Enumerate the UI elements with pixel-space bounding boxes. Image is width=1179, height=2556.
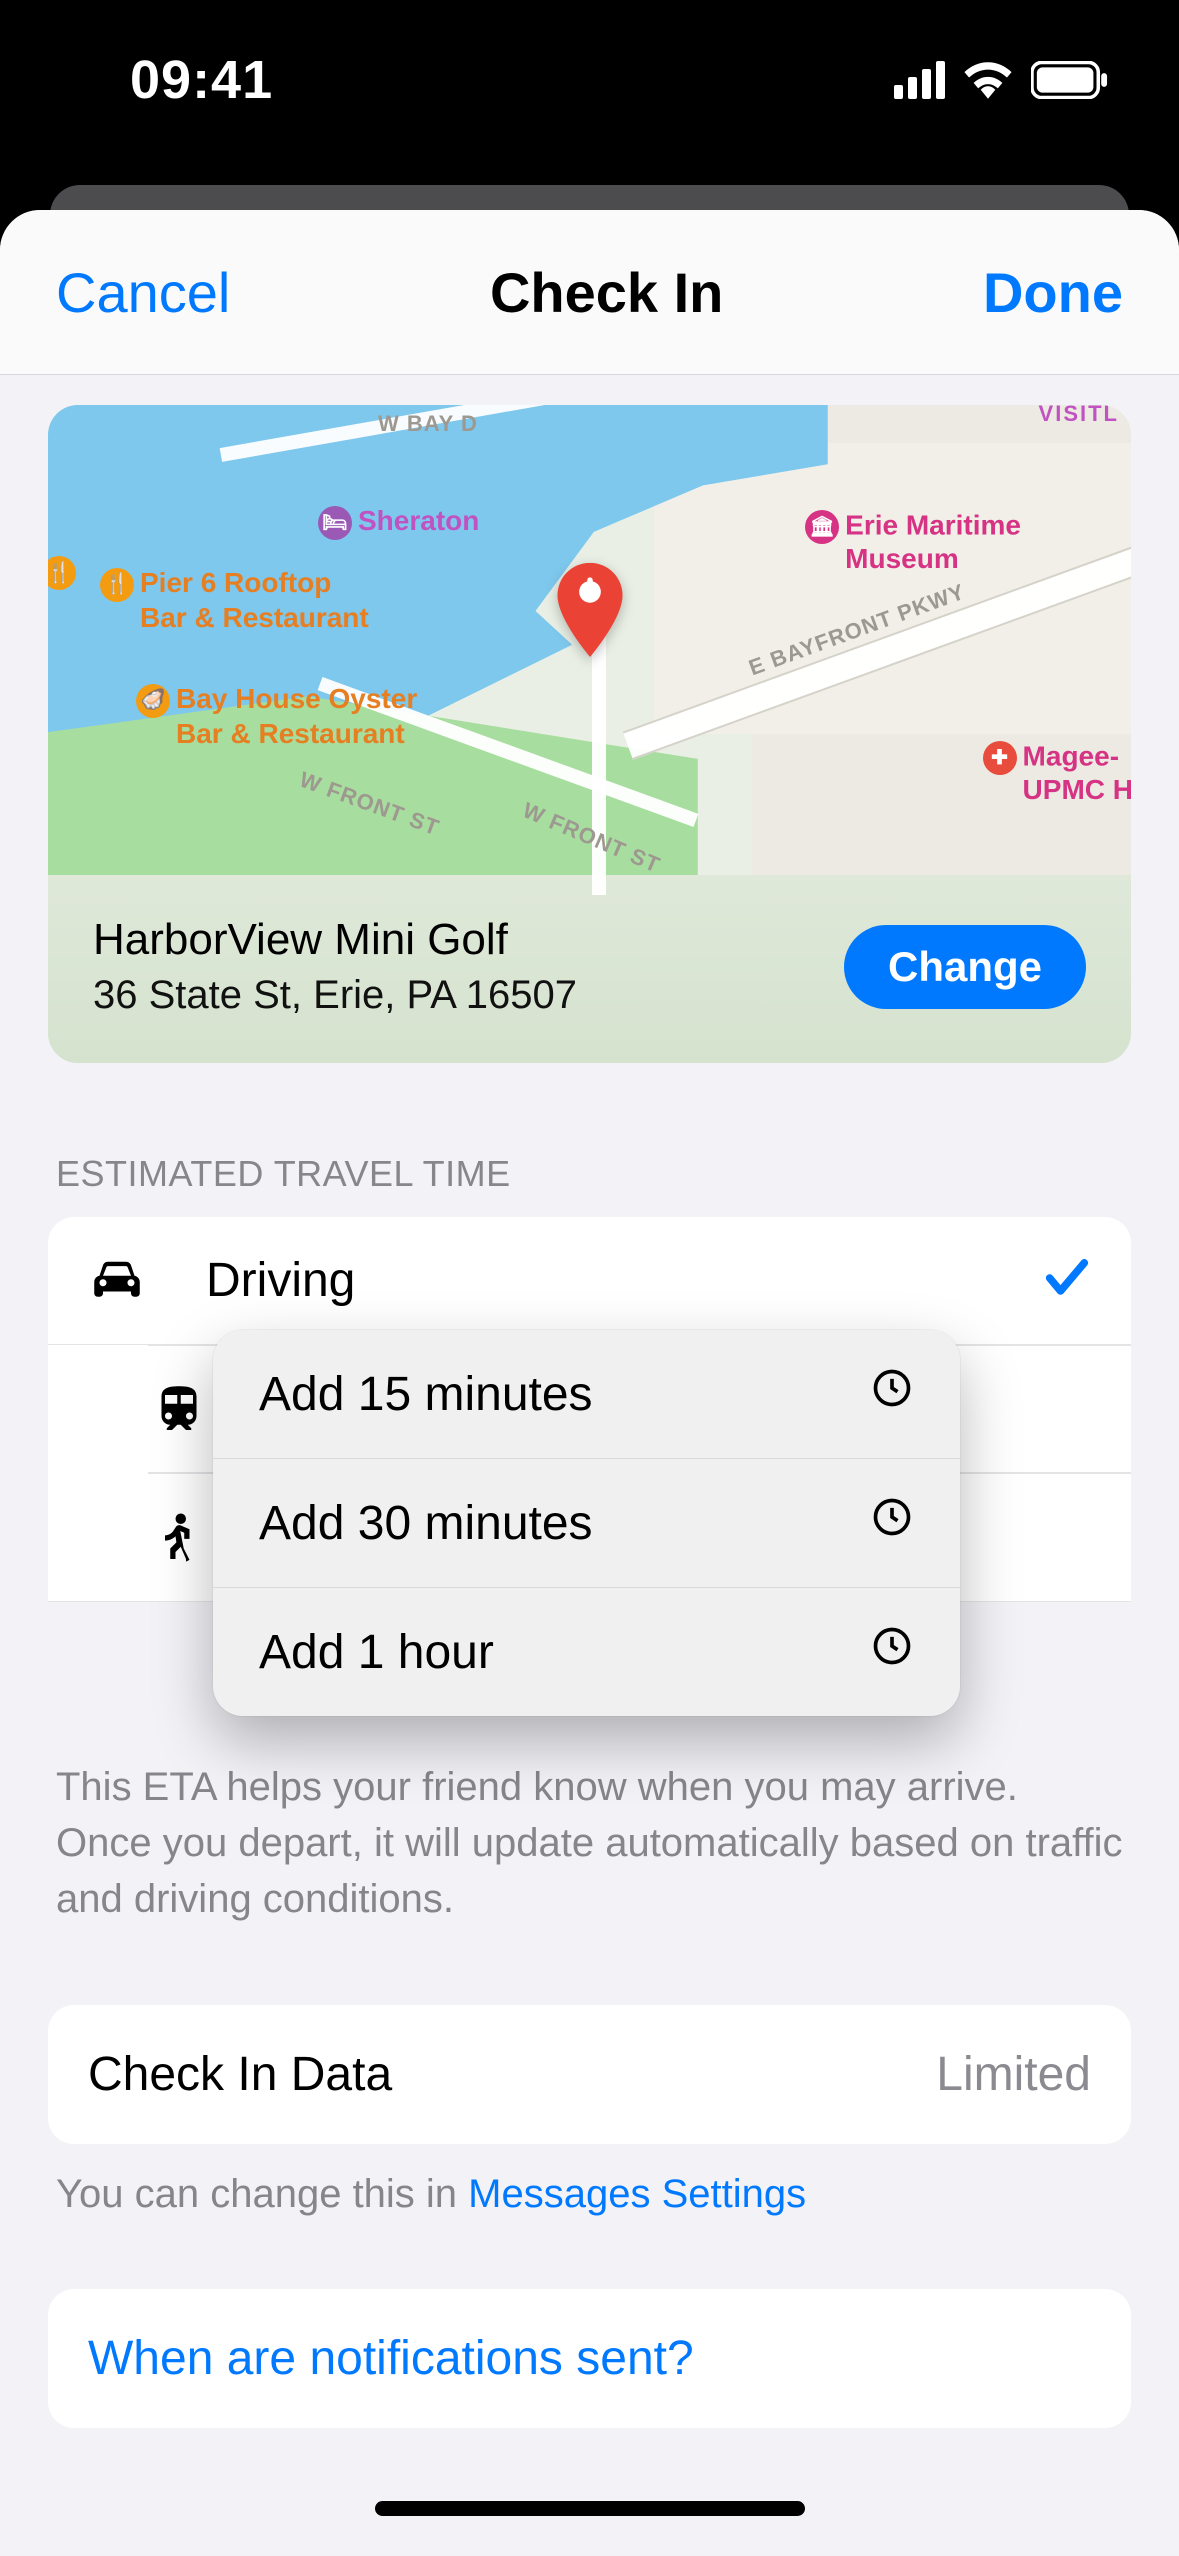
add-time-option-30[interactable]: Add 30 minutes xyxy=(213,1458,960,1587)
car-icon xyxy=(86,1253,148,1309)
popover-item-label: Add 1 hour xyxy=(259,1625,494,1680)
popover-item-label: Add 15 minutes xyxy=(259,1367,593,1422)
map-pin-icon xyxy=(553,563,627,657)
add-time-popover: Add 15 minutes Add 30 minutes Add 1 hour xyxy=(213,1330,960,1716)
sheet-title: Check In xyxy=(490,260,723,325)
add-time-option-60[interactable]: Add 1 hour xyxy=(213,1587,960,1716)
museum-icon: 🏛 xyxy=(805,510,839,544)
destination-address: 36 State St, Erie, PA 16507 xyxy=(93,973,577,1018)
walk-icon xyxy=(148,1510,210,1566)
checkin-data-note: You can change this in Messages Settings xyxy=(48,2144,1131,2217)
battery-icon xyxy=(1031,61,1109,99)
train-icon xyxy=(148,1381,210,1437)
add-time-option-15[interactable]: Add 15 minutes xyxy=(213,1330,960,1458)
map-road-label: W BAY D xyxy=(378,411,478,437)
map-view[interactable]: W BAY D E BAYFRONT PKWY W FRONT ST W FRO… xyxy=(48,405,1131,875)
map-poi-edge: 🍴 xyxy=(48,555,82,590)
restaurant-icon: 🍴 xyxy=(48,556,76,590)
notifications-info-link[interactable]: When are notifications sent? xyxy=(48,2289,1131,2428)
checkin-data-row[interactable]: Check In Data Limited xyxy=(48,2005,1131,2144)
sheet-header: Cancel Check In Done xyxy=(0,210,1179,375)
map-poi-magee: ✚Magee- UPMC H xyxy=(983,741,1131,806)
destination-card: W BAY D E BAYFRONT PKWY W FRONT ST W FRO… xyxy=(48,405,1131,1063)
restaurant-icon: 🦪 xyxy=(136,684,170,718)
status-bar: 09:41 xyxy=(0,0,1179,160)
travel-section-header: ESTIMATED TRAVEL TIME xyxy=(48,1153,1131,1217)
map-poi-bayhouse: 🦪Bay House Oyster Bar & Restaurant xyxy=(136,683,417,750)
status-indicators xyxy=(894,61,1109,99)
hospital-icon: ✚ xyxy=(983,741,1017,775)
travel-note: This ETA helps your friend know when you… xyxy=(48,1729,1131,1927)
destination-footer: HarborView Mini Golf 36 State St, Erie, … xyxy=(48,875,1131,1063)
restaurant-icon: 🍴 xyxy=(100,568,134,602)
map-poi-maritime: 🏛Erie Maritime Museum xyxy=(805,510,1021,575)
cellular-icon xyxy=(894,61,945,99)
messages-settings-link[interactable]: Messages Settings xyxy=(468,2172,806,2216)
travel-mode-label: Driving xyxy=(206,1253,1041,1308)
checkmark-icon xyxy=(1041,1252,1093,1309)
checkin-data-label: Check In Data xyxy=(88,2047,392,2102)
clock-icon xyxy=(870,1366,914,1422)
done-button[interactable]: Done xyxy=(977,259,1129,326)
popover-item-label: Add 30 minutes xyxy=(259,1496,593,1551)
destination-text: HarborView Mini Golf 36 State St, Erie, … xyxy=(93,915,577,1018)
clock-icon xyxy=(870,1624,914,1680)
clock-icon xyxy=(870,1495,914,1551)
wifi-icon xyxy=(963,61,1013,99)
hotel-icon: 🛏 xyxy=(318,506,352,540)
status-time: 09:41 xyxy=(130,49,273,111)
map-poi-visit: VISITL xyxy=(1039,405,1119,427)
checkin-data-value: Limited xyxy=(936,2047,1091,2102)
cancel-button[interactable]: Cancel xyxy=(50,259,236,326)
travel-mode-driving[interactable]: Driving xyxy=(48,1217,1131,1345)
map-poi-pier6: 🍴Pier 6 Rooftop Bar & Restaurant xyxy=(100,567,369,634)
change-destination-button[interactable]: Change xyxy=(844,925,1086,1009)
destination-name: HarborView Mini Golf xyxy=(93,915,577,965)
map-poi-sheraton: 🛏Sheraton xyxy=(318,505,479,540)
home-indicator[interactable] xyxy=(375,2501,805,2516)
